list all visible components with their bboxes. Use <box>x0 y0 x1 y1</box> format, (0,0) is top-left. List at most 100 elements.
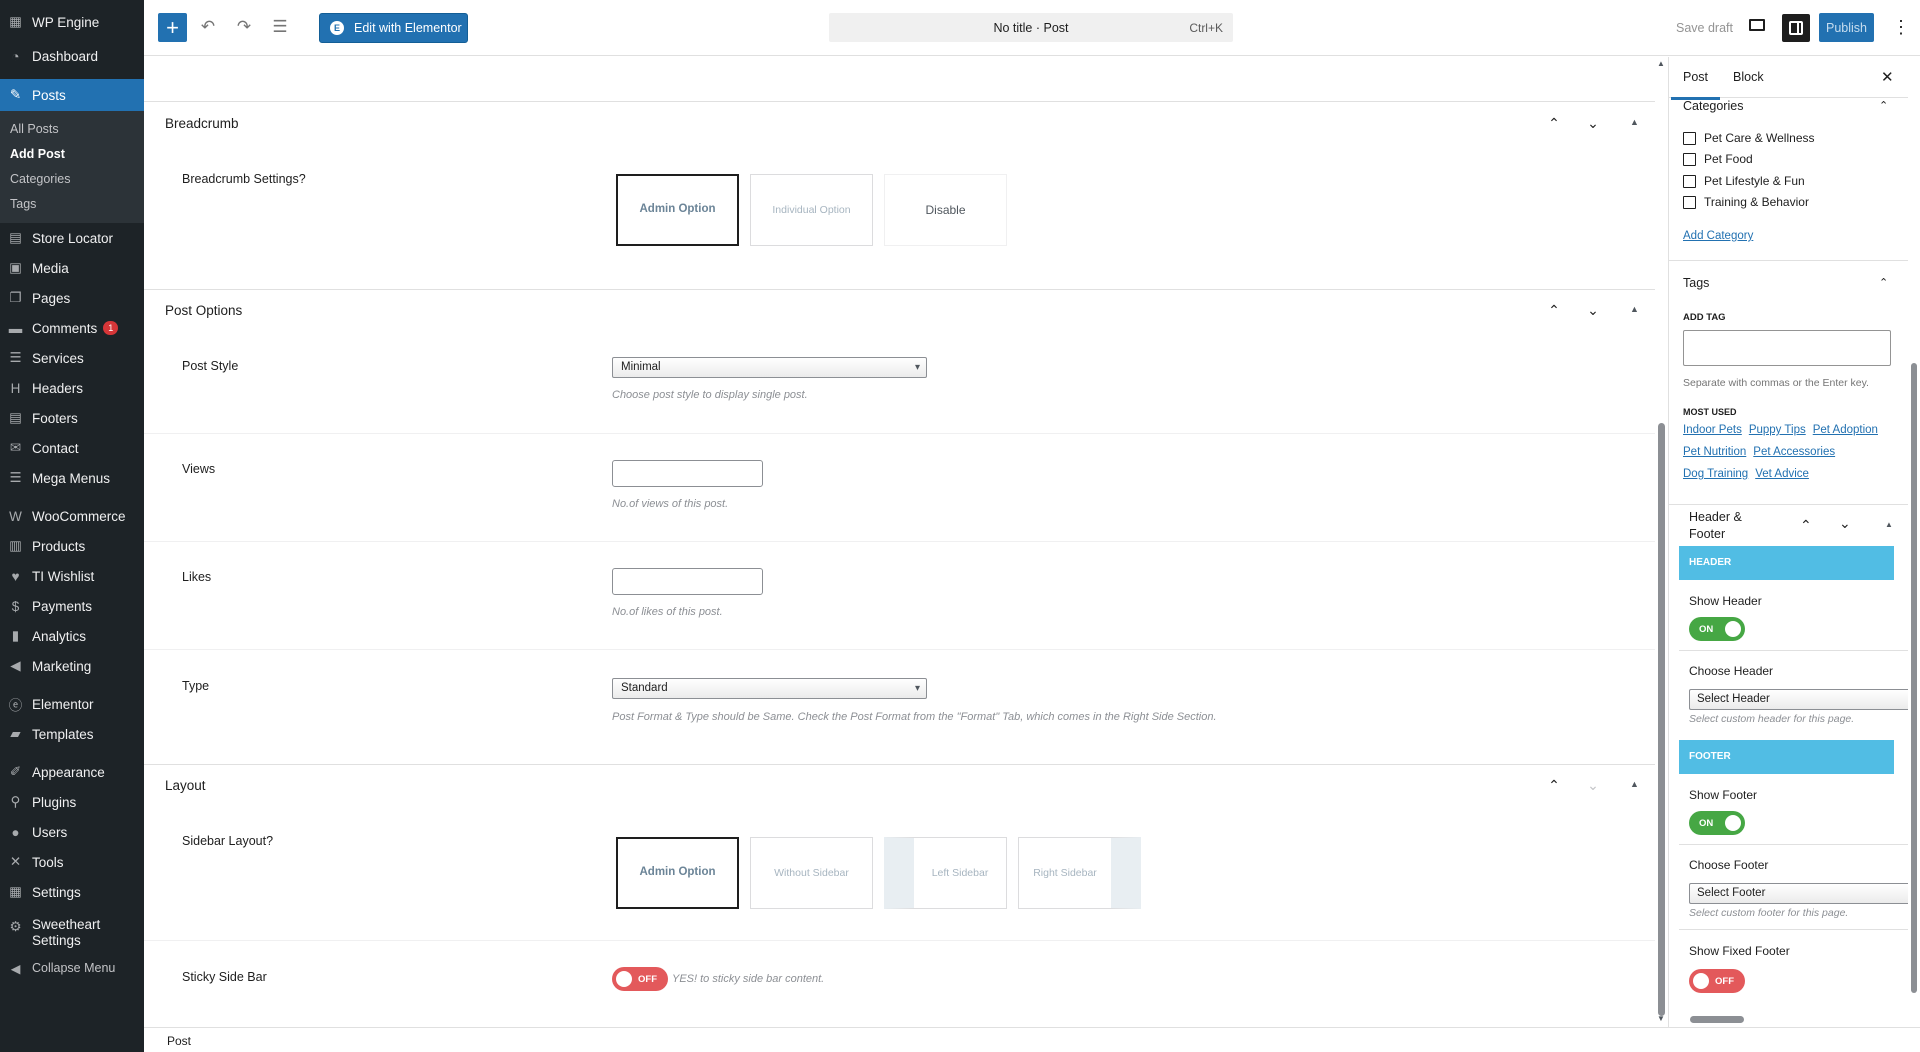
tag-link[interactable]: Vet Advice <box>1755 468 1809 480</box>
move-down-icon[interactable]: ⌄ <box>1583 113 1603 133</box>
menu-contact[interactable]: ✉ Contact <box>0 433 144 463</box>
category-checkbox[interactable]: Pet Lifestyle & Fun <box>1683 174 1805 188</box>
move-up-icon[interactable]: ⌃ <box>1544 300 1564 320</box>
tag-link[interactable]: Indoor Pets <box>1683 424 1742 436</box>
views-input[interactable] <box>612 460 763 487</box>
tag-link[interactable]: Dog Training <box>1683 468 1748 480</box>
toggle-panel-icon[interactable]: ▲ <box>1630 779 1639 789</box>
sidebar-option-without[interactable]: Without Sidebar <box>750 837 873 909</box>
settings-toggle-button[interactable] <box>1782 14 1810 42</box>
document-overview-icon[interactable]: ☰ <box>268 15 292 39</box>
menu-elementor[interactable]: ⓔ Elementor <box>0 689 144 719</box>
scrollbar-thumb[interactable] <box>1690 1016 1744 1023</box>
sidebar-option-left[interactable]: Left Sidebar <box>884 837 1007 909</box>
breadcrumb-option-admin[interactable]: Admin Option <box>616 174 739 246</box>
footer-select[interactable]: Select Footer <box>1689 883 1908 904</box>
category-checkbox[interactable]: Pet Food <box>1683 152 1753 166</box>
menu-dashboard[interactable]: ◔ Dashboard <box>0 41 144 71</box>
sticky-sidebar-toggle[interactable]: OFF <box>612 967 668 991</box>
submenu-add-post[interactable]: Add Post <box>0 142 144 167</box>
menu-products[interactable]: ▥ Products <box>0 531 144 561</box>
menu-templates[interactable]: ▰ Templates <box>0 719 144 749</box>
header-select[interactable]: Select Header <box>1689 689 1908 710</box>
sidebar-horizontal-scrollbar[interactable] <box>1680 1014 1908 1024</box>
close-icon[interactable]: ✕ <box>1881 68 1894 86</box>
menu-ti-wishlist[interactable]: ♥ TI Wishlist <box>0 561 144 591</box>
menu-services[interactable]: ☰ Services <box>0 343 144 373</box>
move-down-icon[interactable]: ⌄ <box>1583 775 1603 795</box>
move-down-icon[interactable]: ⌄ <box>1839 515 1851 532</box>
scroll-down-arrow-icon[interactable]: ▼ <box>1657 1014 1665 1023</box>
menu-store-locator[interactable]: ▤ Store Locator <box>0 223 144 253</box>
publish-button[interactable]: Publish <box>1819 13 1874 42</box>
show-header-toggle[interactable]: ON <box>1689 617 1745 641</box>
preview-icon[interactable] <box>1749 19 1765 31</box>
category-checkbox[interactable]: Pet Care & Wellness <box>1683 131 1815 145</box>
tab-block[interactable]: Block <box>1733 70 1764 84</box>
move-up-icon[interactable]: ⌃ <box>1544 113 1564 133</box>
add-category-link[interactable]: Add Category <box>1683 230 1753 242</box>
menu-media[interactable]: ▣ Media <box>0 253 144 283</box>
submenu-tags[interactable]: Tags <box>0 192 144 217</box>
toggle-panel-icon[interactable]: ▲ <box>1885 520 1893 529</box>
save-draft-button[interactable]: Save draft <box>1676 21 1733 35</box>
menu-woocommerce[interactable]: W WooCommerce <box>0 501 144 531</box>
sidebar-scrollbar[interactable] <box>1908 57 1920 1015</box>
move-up-icon[interactable]: ⌃ <box>1800 517 1812 534</box>
sidebar-option-right[interactable]: Right Sidebar <box>1018 837 1141 909</box>
show-fixed-footer-toggle[interactable]: OFF <box>1689 969 1745 993</box>
menu-tools[interactable]: ✕ Tools <box>0 847 144 877</box>
checkbox-box[interactable] <box>1683 152 1696 166</box>
tag-link[interactable]: Pet Adoption <box>1813 424 1878 436</box>
menu-posts[interactable]: ✎ Posts <box>0 79 144 111</box>
menu-users[interactable]: ● Users <box>0 817 144 847</box>
menu-mega-menus[interactable]: ☰ Mega Menus <box>0 463 144 493</box>
options-kebab-icon[interactable]: ⋮ <box>1892 18 1910 36</box>
edit-with-elementor-button[interactable]: E Edit with Elementor <box>319 13 468 43</box>
command-palette-title[interactable]: No title · Post Ctrl+K <box>829 13 1233 42</box>
menu-analytics[interactable]: ▮ Analytics <box>0 621 144 651</box>
breadcrumb-option-disable[interactable]: Disable <box>884 174 1007 246</box>
move-down-icon[interactable]: ⌄ <box>1583 300 1603 320</box>
menu-sweetheart-settings[interactable]: ⚙ Sweetheart Settings <box>0 915 144 951</box>
add-tag-input[interactable] <box>1683 330 1891 366</box>
tag-link[interactable]: Pet Accessories <box>1753 446 1835 458</box>
tab-post[interactable]: Post <box>1670 70 1721 100</box>
chevron-up-icon[interactable]: ⌃ <box>1879 99 1888 112</box>
tag-link[interactable]: Pet Nutrition <box>1683 446 1746 458</box>
menu-settings[interactable]: ▦ Settings <box>0 877 144 907</box>
editor-scrollbar[interactable]: ▲ ▼ <box>1655 57 1667 1025</box>
scroll-up-arrow-icon[interactable]: ▲ <box>1657 59 1665 68</box>
breadcrumb-option-individual[interactable]: Individual Option <box>750 174 873 246</box>
tag-link[interactable]: Puppy Tips <box>1749 424 1806 436</box>
menu-headers[interactable]: H Headers <box>0 373 144 403</box>
breadcrumb-section-header[interactable]: Breadcrumb ⌃ ⌄ ▲ <box>144 103 1655 143</box>
likes-input[interactable] <box>612 568 763 595</box>
sidebar-option-admin[interactable]: Admin Option <box>616 837 739 909</box>
show-footer-toggle[interactable]: ON <box>1689 811 1745 835</box>
checkbox-box[interactable] <box>1683 195 1696 209</box>
layout-section-header[interactable]: Layout ⌃ ⌄ ▲ <box>144 765 1655 805</box>
menu-pages[interactable]: ❐ Pages <box>0 283 144 313</box>
block-inserter-button[interactable]: + <box>158 13 187 42</box>
menu-comments[interactable]: ▬ Comments 1 <box>0 313 144 343</box>
toggle-panel-icon[interactable]: ▲ <box>1630 304 1639 314</box>
categories-panel-title[interactable]: Categories <box>1683 99 1743 113</box>
chevron-up-icon[interactable]: ⌃ <box>1879 276 1888 289</box>
scrollbar-thumb[interactable] <box>1911 363 1917 993</box>
toggle-panel-icon[interactable]: ▲ <box>1630 117 1639 127</box>
post-options-section-header[interactable]: Post Options ⌃ ⌄ ▲ <box>144 290 1655 330</box>
collapse-menu[interactable]: ◀ Collapse Menu <box>0 953 144 983</box>
checkbox-box[interactable] <box>1683 174 1696 188</box>
submenu-categories[interactable]: Categories <box>0 167 144 192</box>
undo-icon[interactable]: ↶ <box>196 15 220 39</box>
breadcrumb-post[interactable]: Post <box>167 1034 191 1048</box>
menu-plugins[interactable]: ⚲ Plugins <box>0 787 144 817</box>
menu-marketing[interactable]: ◀ Marketing <box>0 651 144 681</box>
menu-appearance[interactable]: ✐ Appearance <box>0 757 144 787</box>
tags-panel-title[interactable]: Tags <box>1683 276 1709 290</box>
post-style-select[interactable]: Minimal <box>612 357 927 378</box>
menu-site-name[interactable]: ▦ WP Engine <box>0 0 144 44</box>
menu-payments[interactable]: $ Payments <box>0 591 144 621</box>
scrollbar-thumb[interactable] <box>1658 423 1665 1016</box>
